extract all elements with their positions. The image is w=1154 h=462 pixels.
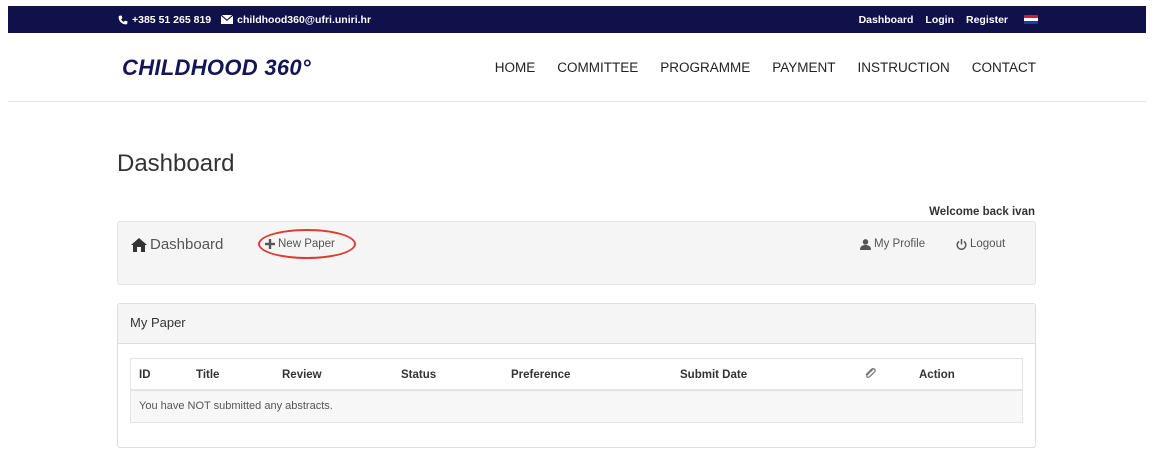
power-icon [956,238,967,250]
paperclip-icon [864,367,877,383]
new-paper-label: New Paper [278,238,335,250]
nav-contact[interactable]: CONTACT [972,60,1036,75]
column-status: Status [401,369,437,381]
dashboard-home-link[interactable]: Dashboard [131,236,223,253]
top-contact-bar: +385 51 265 819 childhood360@ufri.uniri.… [8,6,1146,33]
email-contact[interactable]: childhood360@ufri.uniri.hr [221,14,371,26]
contact-info: +385 51 265 819 childhood360@ufri.uniri.… [118,6,371,33]
my-profile-label: My Profile [874,238,926,250]
phone-number: +385 51 265 819 [132,13,212,26]
new-paper-button[interactable]: New Paper [265,238,335,250]
nav-payment[interactable]: PAYMENT [772,60,835,75]
user-icon [860,238,871,250]
column-action: Action [919,369,955,381]
nav-home[interactable]: HOME [495,60,536,75]
my-paper-panel: My Paper ID Title Review Status Preferen… [117,303,1036,448]
envelope-icon [221,15,234,24]
logout-link[interactable]: Logout [956,238,1005,250]
plus-icon [265,239,275,249]
dashboard-toolbar: Dashboard New Paper My Profile Logout [117,221,1036,285]
welcome-message: Welcome back ivan [929,206,1035,218]
topbar-login-link[interactable]: Login [925,14,954,26]
site-logo[interactable]: CHILDHOOD 360° [122,55,311,81]
logout-label: Logout [970,238,1006,250]
column-preference: Preference [511,369,571,381]
papers-table: ID Title Review Status Preference Submit… [130,358,1023,423]
topbar-dashboard-link[interactable]: Dashboard [859,14,914,26]
phone-contact[interactable]: +385 51 265 819 [118,14,211,26]
email-address: childhood360@ufri.uniri.hr [237,13,372,26]
my-profile-link[interactable]: My Profile [860,238,925,250]
site-header: CHILDHOOD 360° HOME COMMITTEE PROGRAMME … [8,33,1146,102]
main-nav: HOME COMMITTEE PROGRAMME PAYMENT INSTRUC… [495,60,1036,75]
account-links: Dashboard Login Register [859,6,1038,33]
nav-committee[interactable]: COMMITTEE [557,60,638,75]
nav-programme[interactable]: PROGRAMME [660,60,750,75]
phone-icon [118,15,128,24]
topbar-register-link[interactable]: Register [966,14,1008,26]
home-icon [131,237,147,252]
table-header: ID Title Review Status Preference Submit… [131,359,1022,391]
page-title: Dashboard [117,150,235,177]
empty-table-message: You have NOT submitted any abstracts. [131,391,1022,422]
column-review: Review [282,369,322,381]
column-id: ID [139,369,151,381]
dashboard-home-label: Dashboard [150,236,224,253]
column-title: Title [196,369,220,381]
nav-instruction[interactable]: INSTRUCTION [858,60,950,75]
panel-title: My Paper [118,304,1035,344]
croatian-flag-icon[interactable] [1024,15,1038,24]
column-submit-date: Submit Date [680,369,748,381]
